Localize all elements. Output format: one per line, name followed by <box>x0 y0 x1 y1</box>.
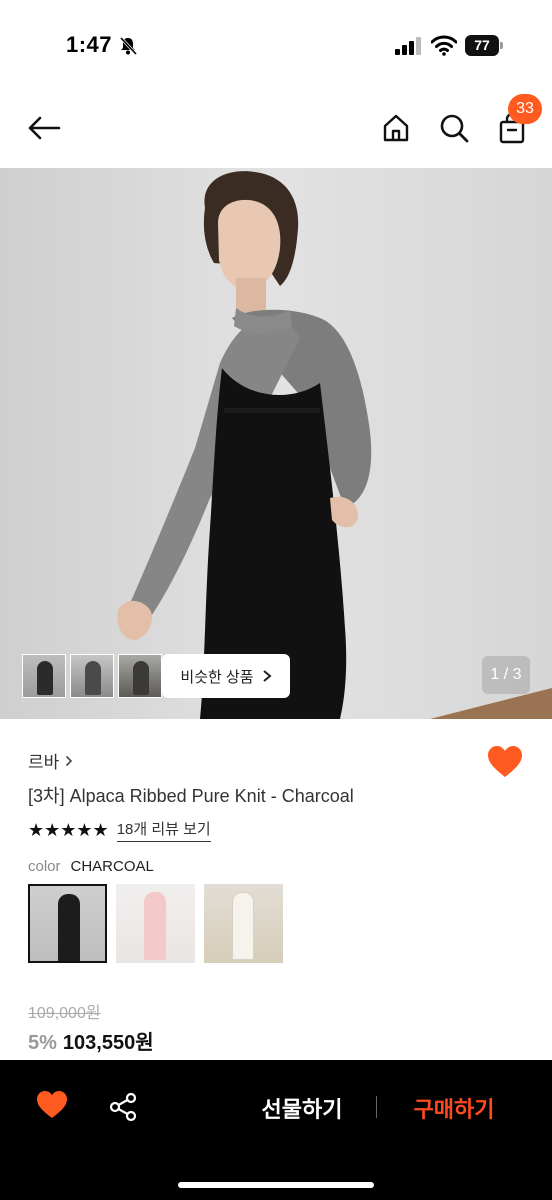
reviews-link[interactable]: 18개 리뷰 보기 <box>116 818 211 842</box>
gallery-page-indicator: 1 / 3 <box>482 656 530 694</box>
status-time: 1:47 <box>66 32 113 57</box>
wishlist-heart-icon[interactable] <box>36 1090 68 1120</box>
color-option-ivory[interactable] <box>204 884 283 963</box>
brand-name: 르바 <box>28 753 60 772</box>
product-photo <box>0 168 552 719</box>
product-title: [3차] Alpaca Ribbed Pure Knit - Charcoal <box>28 786 354 806</box>
battery-level: 77 <box>474 37 490 53</box>
search-button[interactable] <box>436 110 472 146</box>
original-price: 109,000원 <box>28 1005 101 1022</box>
back-arrow-icon <box>28 116 61 140</box>
chevron-right-icon <box>66 755 73 766</box>
bottom-action-bar: 선물하기 구매하기 <box>0 1060 552 1200</box>
like-heart-icon[interactable] <box>487 745 523 779</box>
brand-link[interactable]: 르바 <box>28 748 73 773</box>
similar-products-button[interactable]: 비슷한 상품 <box>162 654 290 698</box>
product-image-gallery[interactable]: 비슷한 상품 1 / 3 <box>0 168 552 719</box>
color-options <box>28 884 283 963</box>
review-row: ★★★★★ 18개 리뷰 보기 <box>28 818 211 842</box>
gift-button[interactable]: 선물하기 <box>248 1092 356 1122</box>
selected-color: CHARCOAL <box>70 858 154 875</box>
share-icon[interactable] <box>108 1092 138 1122</box>
wifi-icon <box>431 35 457 56</box>
rating-stars: ★★★★★ <box>28 819 109 840</box>
home-indicator <box>178 1182 374 1188</box>
home-button[interactable] <box>378 110 414 146</box>
search-icon <box>440 114 469 143</box>
color-option-charcoal[interactable] <box>28 884 107 963</box>
color-label: color <box>28 858 61 875</box>
divider <box>376 1096 377 1118</box>
cart-count-badge: 33 <box>508 94 542 124</box>
gallery-thumbnail[interactable] <box>70 654 114 698</box>
top-nav <box>0 90 552 168</box>
back-button[interactable] <box>26 110 62 146</box>
home-icon <box>383 114 409 142</box>
color-row: color CHARCOAL <box>28 858 154 875</box>
gallery-thumbnails <box>22 654 162 698</box>
status-bar: 1:47 77 <box>0 0 552 90</box>
battery-icon: 77 <box>465 35 503 56</box>
bell-slash-icon <box>119 36 138 56</box>
price-row: 5% 103,550원 <box>28 1026 154 1055</box>
gallery-thumbnail[interactable] <box>118 654 162 698</box>
color-option-pink[interactable] <box>116 884 195 963</box>
sale-price: 103,550원 <box>62 1032 154 1054</box>
signal-icon <box>395 37 421 55</box>
chevron-right-icon <box>262 670 272 682</box>
gallery-thumbnail[interactable] <box>22 654 66 698</box>
similar-products-label: 비슷한 상품 <box>180 668 254 686</box>
discount-rate: 5% <box>28 1032 57 1054</box>
buy-button[interactable]: 구매하기 <box>400 1092 508 1122</box>
